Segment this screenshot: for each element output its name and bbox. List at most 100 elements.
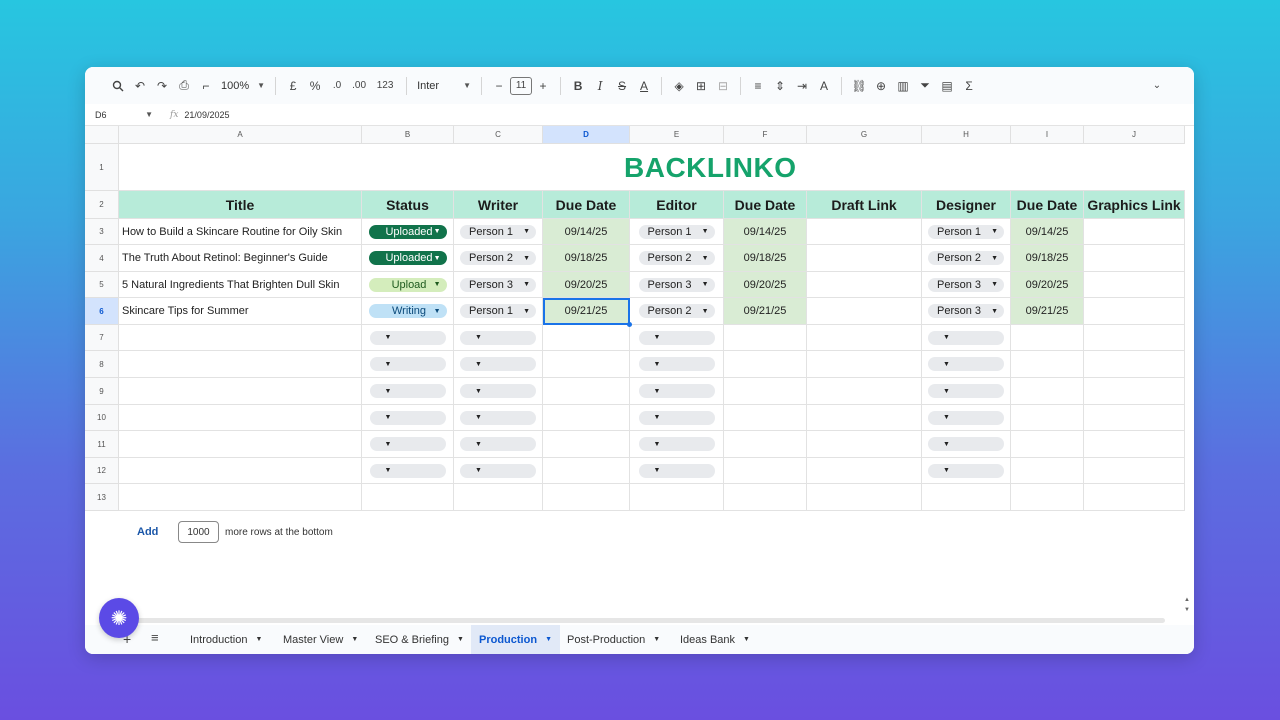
person-dropdown-chip[interactable]: Person 1 ▼ [638,224,715,239]
cell-c12[interactable]: ▼ [454,458,543,484]
person-dropdown-chip[interactable]: ▼ [638,437,715,451]
cell-f12[interactable] [724,458,807,484]
cell-e9[interactable]: ▼ [630,378,724,405]
person-dropdown-chip[interactable]: ▼ [928,410,1004,425]
cell-h8[interactable]: ▼ [922,351,1011,378]
print-icon[interactable]: ⎙ [173,75,195,97]
scrollbar-track[interactable] [125,618,1165,623]
cell-h9[interactable]: ▼ [922,378,1011,405]
person-dropdown-chip[interactable]: ▼ [928,463,1004,478]
status-dropdown-chip[interactable]: Writing ▼ [368,304,447,318]
row-header-2[interactable]: 2 [85,191,119,219]
cell-j7[interactable] [1084,325,1185,351]
cell-d4[interactable]: 09/18/25 [543,245,630,272]
person-dropdown-chip[interactable]: ▼ [460,330,536,345]
status-dropdown-chip[interactable]: Uploaded ▼ [368,224,447,239]
cell-d7[interactable] [543,325,630,351]
person-dropdown-chip[interactable]: Person 1 ▼ [460,304,536,318]
cell-h7[interactable]: ▼ [922,325,1011,351]
horizontal-align-icon[interactable]: ≡ [747,75,769,97]
cell-h6[interactable]: Person 3 ▼ [922,298,1011,325]
borders-icon[interactable]: ⊞ [690,75,712,97]
cell-b10[interactable]: ▼ [362,405,454,431]
person-dropdown-chip[interactable]: ▼ [928,437,1004,451]
cell-f10[interactable] [724,405,807,431]
person-dropdown-chip[interactable]: ▼ [369,437,446,451]
cell-h12[interactable]: ▼ [922,458,1011,484]
cell-j3[interactable] [1084,219,1185,245]
person-dropdown-chip[interactable]: ▼ [928,330,1004,345]
person-dropdown-chip[interactable]: ▼ [369,384,446,398]
cell-g12[interactable] [807,458,922,484]
person-dropdown-chip[interactable]: Person 3 ▼ [928,304,1004,318]
cell-b11[interactable]: ▼ [362,431,454,458]
name-box[interactable]: D6 ▼ [85,110,155,120]
assistant-fab-icon[interactable]: ✺ [99,598,139,638]
chevron-down-icon[interactable]: ▼ [351,636,358,643]
cell-a4[interactable]: The Truth About Retinol: Beginner's Guid… [119,245,362,272]
cell-b4[interactable]: Uploaded ▼ [362,245,454,272]
cell-i9[interactable] [1011,378,1084,405]
cell-g5[interactable] [807,272,922,298]
vertical-align-icon[interactable]: ⇕ [769,75,791,97]
row-header-7[interactable]: 7 [85,325,119,351]
cell-e7[interactable]: ▼ [630,325,724,351]
cell-a8[interactable] [119,351,362,378]
row-header-4[interactable]: 4 [85,245,119,272]
sheet-tab-seo-briefing[interactable]: SEO & Briefing ▼ [367,625,472,654]
cell-c4[interactable]: Person 2 ▼ [454,245,543,272]
text-color-button[interactable]: A [633,75,655,97]
cell-f7[interactable] [724,325,807,351]
row-header-10[interactable]: 10 [85,405,119,431]
column-header-f[interactable]: F [724,126,807,144]
person-dropdown-chip[interactable]: ▼ [369,357,446,371]
cell-a11[interactable] [119,431,362,458]
sheet-tab-production[interactable]: Production ▼ [471,625,560,654]
header-cell-5[interactable]: Due Date [724,191,807,219]
status-dropdown-chip[interactable]: Upload ▼ [368,277,447,292]
cell-b5[interactable]: Upload ▼ [362,272,454,298]
cell-d9[interactable] [543,378,630,405]
cell-f3[interactable]: 09/14/25 [724,219,807,245]
font-select[interactable]: Inter ▼ [413,80,475,92]
person-dropdown-chip[interactable]: ▼ [369,410,446,425]
row-header-6[interactable]: 6 [85,298,119,325]
cell-h5[interactable]: Person 3 ▼ [922,272,1011,298]
cell-g8[interactable] [807,351,922,378]
cell-j10[interactable] [1084,405,1185,431]
cell-h10[interactable]: ▼ [922,405,1011,431]
cell-i12[interactable] [1011,458,1084,484]
font-size-decrease-button[interactable]: − [488,75,510,97]
row-header-5[interactable]: 5 [85,272,119,298]
row-header-12[interactable]: 12 [85,458,119,484]
header-cell-0[interactable]: Title [119,191,362,219]
cell-a3[interactable]: How to Build a Skincare Routine for Oily… [119,219,362,245]
cell-b13[interactable] [362,484,454,511]
row-header-1[interactable]: 1 [85,144,119,191]
row-header-13[interactable]: 13 [85,484,119,511]
all-sheets-icon[interactable]: ≡ [151,630,159,645]
cell-a7[interactable] [119,325,362,351]
cell-f8[interactable] [724,351,807,378]
increase-decimal-button[interactable]: .00 [348,75,370,97]
redo-icon[interactable]: ↷ [151,75,173,97]
chevron-down-icon[interactable]: ▼ [653,636,660,643]
cell-c7[interactable]: ▼ [454,325,543,351]
select-all-corner[interactable] [85,126,119,144]
cell-g11[interactable] [807,431,922,458]
cell-g4[interactable] [807,245,922,272]
cell-c11[interactable]: ▼ [454,431,543,458]
bold-button[interactable]: B [567,75,589,97]
cell-h3[interactable]: Person 1 ▼ [922,219,1011,245]
currency-button[interactable]: £ [282,75,304,97]
paint-format-icon[interactable]: ⌐ [195,75,217,97]
cell-h13[interactable] [922,484,1011,511]
cell-i7[interactable] [1011,325,1084,351]
cell-i11[interactable] [1011,431,1084,458]
person-dropdown-chip[interactable]: ▼ [638,384,715,398]
chevron-down-icon[interactable]: ▼ [743,636,750,643]
cell-e3[interactable]: Person 1 ▼ [630,219,724,245]
column-header-a[interactable]: A [119,126,362,144]
chevron-down-icon[interactable]: ▼ [545,636,552,643]
column-header-d[interactable]: D [543,126,630,144]
